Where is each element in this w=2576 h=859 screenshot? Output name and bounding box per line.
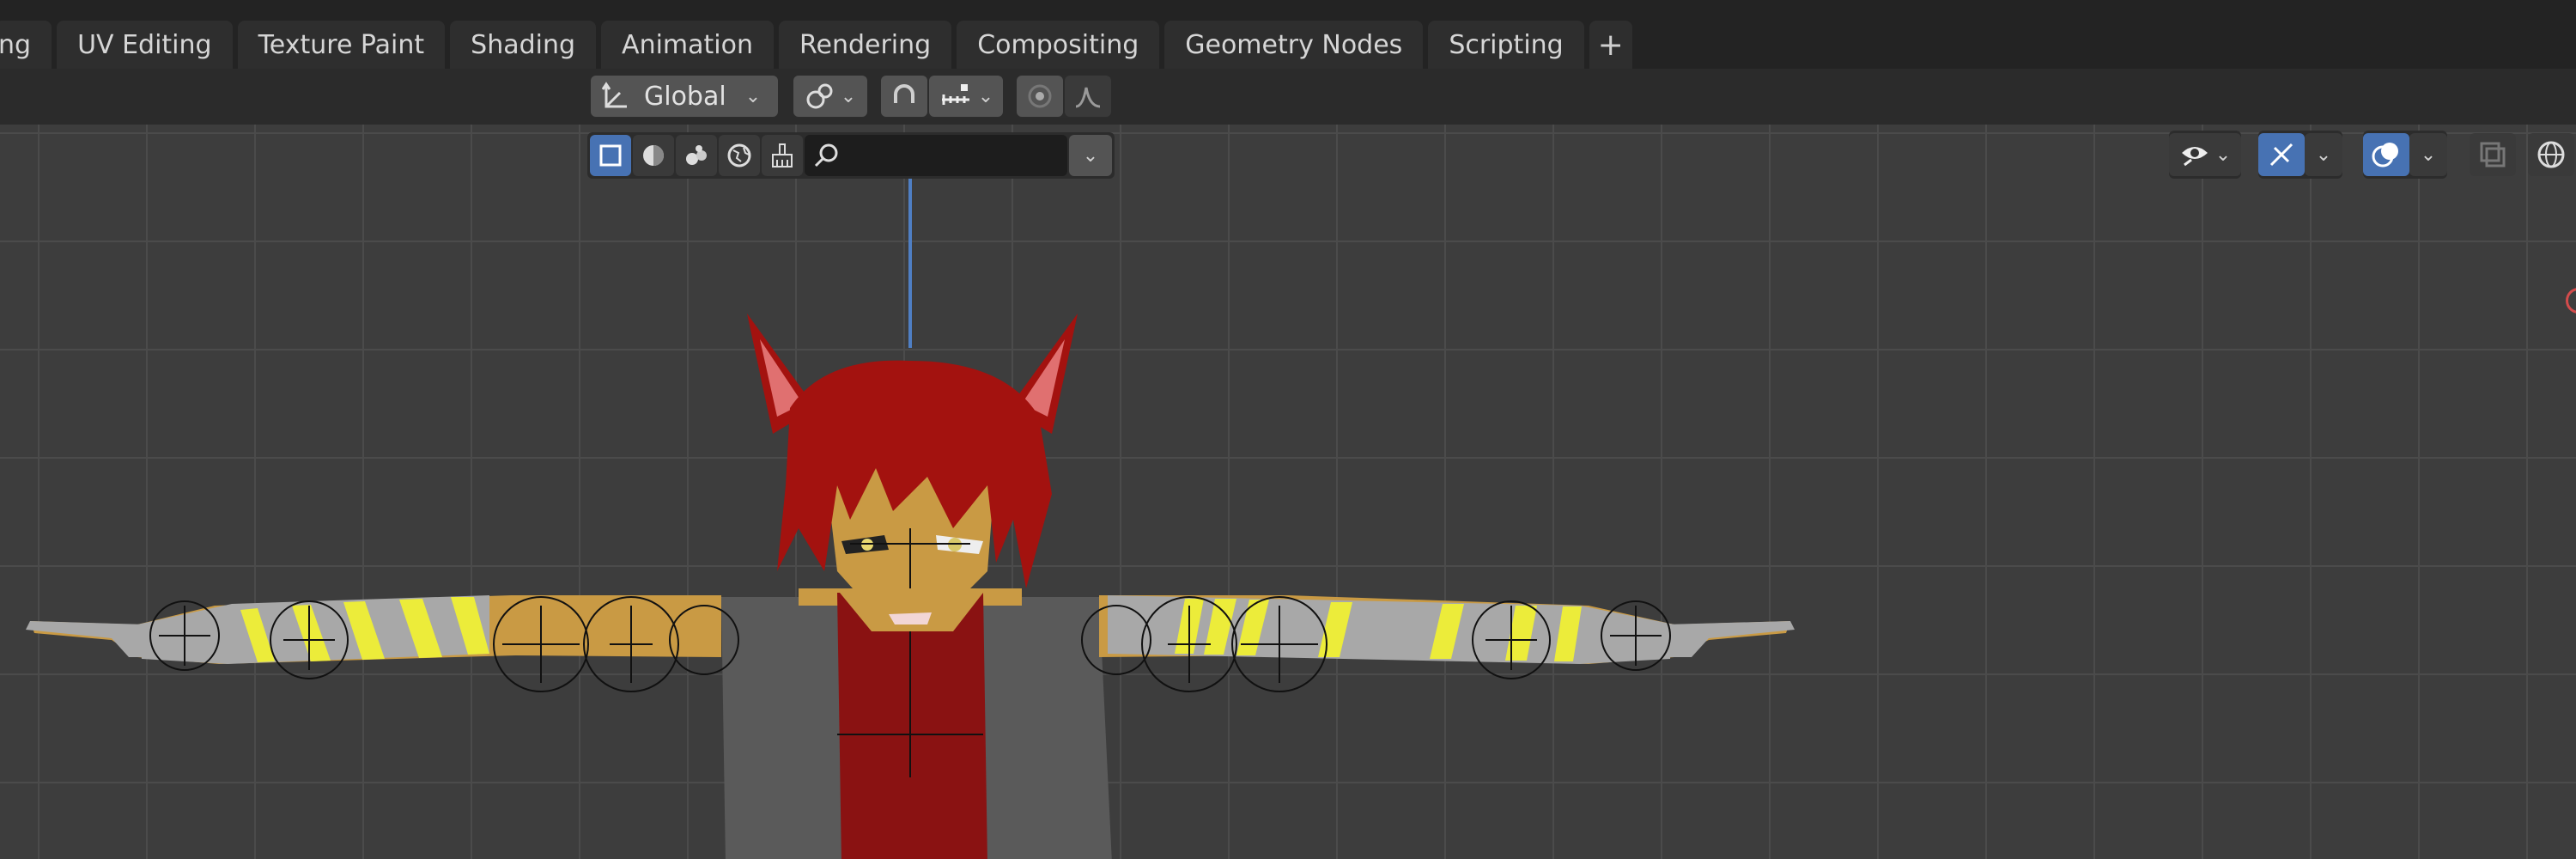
chevron-down-icon: ⌄: [2215, 143, 2232, 166]
overlays-toggle[interactable]: [2363, 133, 2409, 176]
visibility-group: ⌄: [2169, 131, 2241, 179]
add-workspace-button[interactable]: +: [1589, 21, 1632, 69]
tab-label: Rendering: [799, 29, 932, 60]
character-model: [26, 314, 1795, 859]
chevron-down-icon: ⌄: [2315, 143, 2332, 166]
tab-label: ng: [0, 29, 32, 60]
visibility-eye-icon: [2181, 147, 2208, 167]
proportional-edit-toggle[interactable]: [1017, 76, 1063, 117]
overlays-icon: [2372, 143, 2398, 168]
transform-orientation-label: Global: [644, 81, 726, 112]
search-input[interactable]: [805, 135, 1067, 176]
mouth: [889, 612, 932, 624]
gizmo-icon: [2269, 143, 2293, 167]
tab-label: Scripting: [1449, 29, 1564, 60]
tab-scripting[interactable]: Scripting: [1428, 21, 1584, 69]
shading-wireframe-button[interactable]: [2528, 133, 2574, 176]
3d-viewport[interactable]: [0, 125, 2576, 859]
visibility-dropdown[interactable]: ⌄: [2169, 133, 2241, 176]
selectable-toggle[interactable]: [590, 135, 631, 176]
shading-wireframe-icon: [2537, 141, 2565, 168]
transform-orientation-dropdown[interactable]: Global ⌄: [591, 76, 778, 117]
gizmo-toggle[interactable]: [2258, 133, 2305, 176]
chevron-down-icon: ⌄: [840, 85, 857, 107]
transform-orientation-icon: [601, 82, 627, 108]
falloff-dropdown[interactable]: [1065, 76, 1111, 117]
proportional-edit-icon: [1028, 84, 1052, 108]
tab-texture-paint[interactable]: Texture Paint: [237, 21, 446, 69]
sphere-icon: [643, 145, 664, 166]
snap-increment-icon: [941, 84, 969, 105]
chevron-down-icon: ⌄: [744, 85, 762, 107]
search-icon: [814, 143, 838, 168]
brush-icon: [772, 143, 793, 168]
left-hand: [26, 621, 150, 657]
workspace-tab-bar: ng UV Editing Texture Paint Shading Anim…: [0, 0, 2576, 69]
xray-icon: [2480, 142, 2506, 168]
texture-paint-filter[interactable]: [762, 135, 803, 176]
tab-label: Texture Paint: [258, 29, 425, 60]
falloff-curve-icon: [1075, 87, 1101, 108]
select-box-icon: [599, 144, 622, 167]
snap-magnet-icon: [894, 84, 914, 103]
tab-animation[interactable]: Animation: [601, 21, 774, 69]
globe-icon: [727, 143, 751, 168]
pivot-point-icon: [806, 83, 833, 109]
pivot-point-dropdown[interactable]: ⌄: [793, 76, 867, 117]
proportional-group: [1017, 75, 1111, 118]
filter-group: ⌄: [587, 132, 1115, 179]
snap-target-dropdown[interactable]: ⌄: [929, 76, 1003, 117]
tab-label: Shading: [471, 29, 576, 60]
tab-shading[interactable]: Shading: [450, 21, 597, 69]
chevron-down-icon: ⌄: [2420, 143, 2437, 166]
add-workspace-label: +: [1597, 27, 1624, 63]
xray-toggle[interactable]: [2470, 133, 2516, 176]
tab-layout[interactable]: ng: [0, 21, 52, 69]
tab-uv-editing[interactable]: UV Editing: [57, 21, 233, 69]
tab-label: Animation: [622, 29, 753, 60]
snap-group: ⌄: [881, 75, 1003, 118]
material-filter[interactable]: [676, 135, 717, 176]
viewport-header: [0, 69, 2576, 125]
tab-rendering[interactable]: Rendering: [779, 21, 952, 69]
shirt: [837, 593, 987, 859]
chevron-down-icon: ⌄: [977, 85, 994, 107]
overlays-dropdown[interactable]: ⌄: [2409, 133, 2447, 176]
transform-orientation-group: Global ⌄: [591, 75, 778, 118]
tab-label: Geometry Nodes: [1185, 29, 1403, 60]
overlays-group: ⌄: [2363, 131, 2447, 179]
chevron-down-icon: ⌄: [1082, 144, 1099, 167]
world-filter[interactable]: [719, 135, 760, 176]
right-hand: [1666, 621, 1795, 657]
shading-solid-filter[interactable]: [633, 135, 674, 176]
material-drops-icon: [686, 145, 707, 165]
gizmo-group: ⌄: [2258, 131, 2342, 179]
search-options-dropdown[interactable]: ⌄: [1069, 135, 1112, 176]
tab-label: Compositing: [977, 29, 1139, 60]
snap-toggle[interactable]: [881, 76, 927, 117]
gizmo-dropdown[interactable]: ⌄: [2305, 133, 2342, 176]
tab-geometry-nodes[interactable]: Geometry Nodes: [1164, 21, 1424, 69]
pivot-group: ⌄: [793, 75, 867, 118]
tab-label: UV Editing: [77, 29, 212, 60]
tab-compositing[interactable]: Compositing: [957, 21, 1160, 69]
